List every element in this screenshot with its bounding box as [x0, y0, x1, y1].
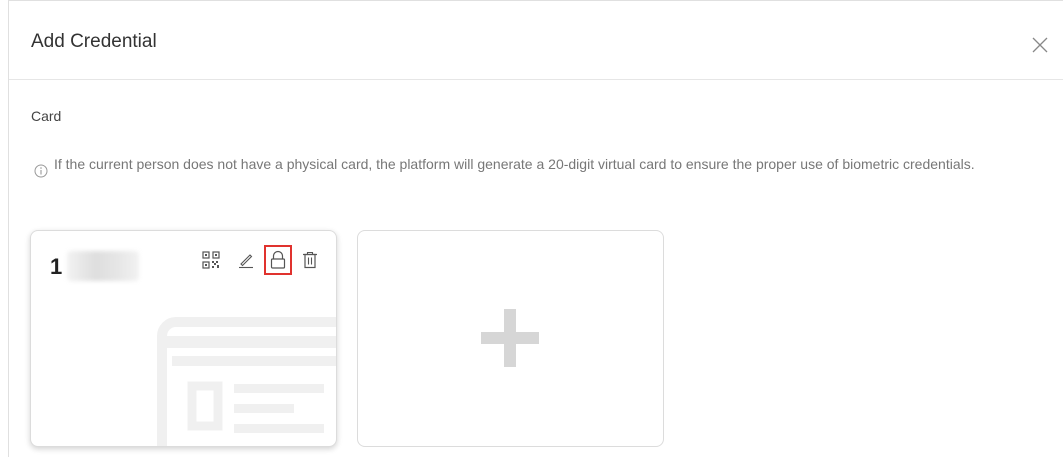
- trash-icon: [303, 251, 317, 269]
- virtual-card-hint: If the current person does not have a ph…: [54, 156, 975, 172]
- close-icon: [1032, 37, 1048, 53]
- lock-button[interactable]: [264, 245, 292, 275]
- card-actions: [188, 245, 322, 275]
- card-number-redacted: [67, 251, 139, 281]
- section-label-card: Card: [31, 108, 62, 124]
- dialog-header: Add Credential: [9, 1, 1063, 80]
- edit-button[interactable]: [234, 247, 258, 273]
- credential-card: 1: [30, 230, 337, 447]
- card-watermark-icon: [157, 317, 336, 446]
- add-credential-dialog: Add Credential Card If the current perso…: [8, 0, 1063, 457]
- pencil-icon: [239, 254, 253, 269]
- add-card-button[interactable]: [357, 230, 664, 447]
- dialog-title: Add Credential: [31, 31, 157, 52]
- lock-icon: [270, 250, 286, 269]
- card-number: 1: [50, 254, 63, 279]
- qr-code-icon: [202, 251, 220, 269]
- close-button[interactable]: [1030, 35, 1050, 55]
- info-icon: [34, 164, 48, 178]
- plus-icon: [481, 309, 539, 367]
- qr-code-button[interactable]: [199, 247, 223, 273]
- delete-button[interactable]: [298, 247, 322, 273]
